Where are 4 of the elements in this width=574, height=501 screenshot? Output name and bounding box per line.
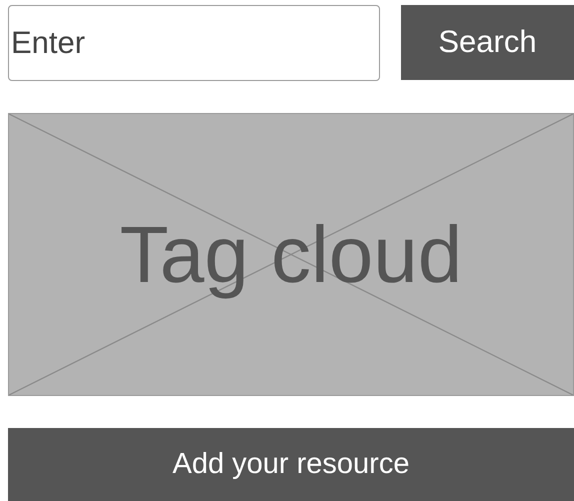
- search-field[interactable]: Enter: [8, 5, 380, 81]
- add-resource-button[interactable]: Add your resource: [8, 428, 574, 501]
- search-button[interactable]: Search: [401, 5, 574, 80]
- tag-cloud-label: Tag cloud: [120, 208, 462, 301]
